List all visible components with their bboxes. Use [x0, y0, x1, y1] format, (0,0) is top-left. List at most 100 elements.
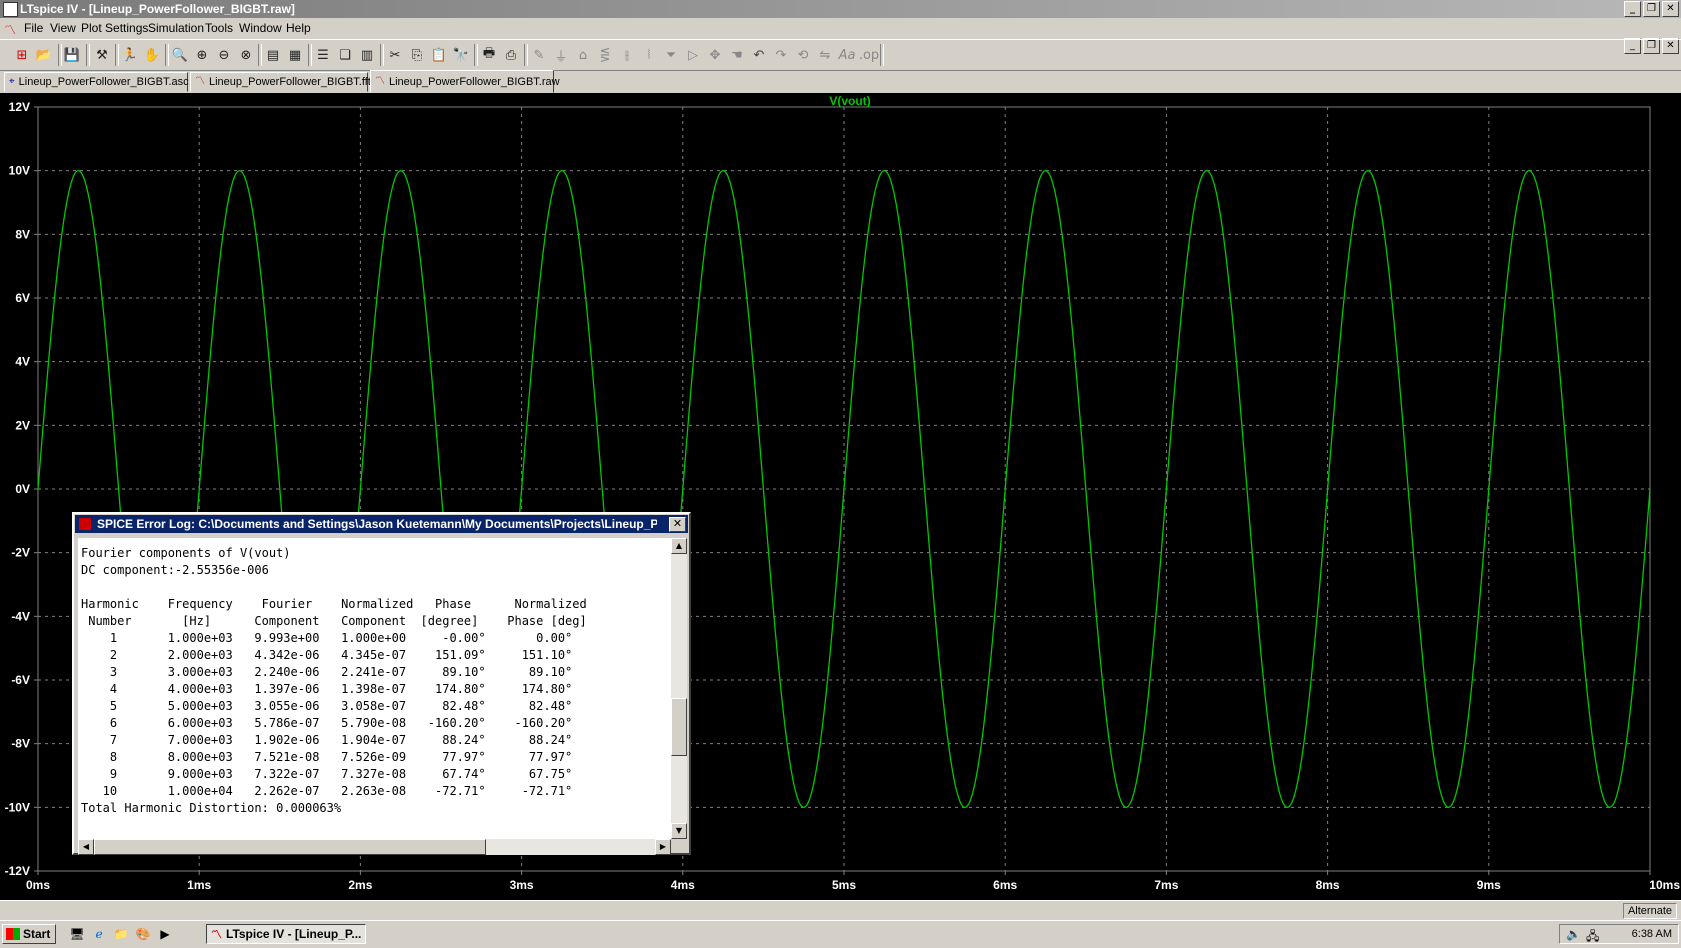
tile-horizontal-icon[interactable]: ☰ [313, 45, 333, 65]
menu-tools[interactable]: Tools [205, 21, 233, 35]
status-mode: Alternate [1622, 903, 1677, 919]
tab-asc[interactable]: ⌖ Lineup_PowerFollower_BIGBT.asc [4, 72, 189, 92]
close-button[interactable]: ✕ [1662, 1, 1679, 17]
horizontal-scroll-thumb[interactable] [94, 839, 486, 855]
copy-icon[interactable]: ⎘ [407, 45, 427, 65]
vertical-scroll-thumb[interactable] [671, 698, 687, 756]
autorange-icon[interactable]: ▤ [263, 45, 283, 65]
internet-explorer-icon[interactable]: ℯ [90, 925, 108, 943]
label-net-icon[interactable]: ⌂ [573, 45, 593, 65]
print-setup-icon[interactable]: 🖶 [479, 45, 499, 65]
app-icon[interactable] [3, 2, 18, 17]
wire-icon[interactable]: ✎ [529, 45, 549, 65]
restore-button[interactable]: ❐ [1643, 1, 1660, 17]
scroll-down-arrow-icon[interactable]: ▼ [671, 823, 687, 839]
scroll-left-arrow-icon[interactable]: ◀ [78, 839, 94, 855]
mirror-icon[interactable]: ⇋ [815, 45, 835, 65]
menu-file[interactable]: File [24, 21, 43, 35]
resistor-icon[interactable]: ⋚ [595, 45, 615, 65]
tab-label: Lineup_PowerFollower_BIGBT.asc [18, 76, 189, 88]
y-tick-label: -12V [5, 864, 30, 878]
explorer-icon[interactable]: 📁 [112, 925, 130, 943]
document-tabs: ⌖ Lineup_PowerFollower_BIGBT.asc 〽 Lineu… [0, 70, 1681, 93]
undo-icon[interactable]: ↶ [749, 45, 769, 65]
horizontal-scrollbar[interactable]: ◀ ▶ [78, 839, 671, 855]
document-icon[interactable]: 〽 [4, 21, 18, 37]
menu-help[interactable]: Help [286, 21, 311, 35]
spice-error-log-window[interactable]: SPICE Error Log: C:\Documents and Settin… [72, 512, 691, 855]
x-tick-label: 4ms [671, 878, 695, 892]
control-panel-icon[interactable]: ⚒ [92, 45, 112, 65]
tab-raw[interactable]: 〽 Lineup_PowerFollower_BIGBT.raw [370, 70, 560, 93]
inductor-icon[interactable]: ⦚ [639, 45, 659, 65]
paste-icon[interactable]: 📋 [429, 45, 449, 65]
scroll-right-arrow-icon[interactable]: ▶ [655, 839, 671, 855]
menu-view[interactable]: View [50, 21, 76, 35]
error-log-titlebar[interactable]: SPICE Error Log: C:\Documents and Settin… [75, 515, 688, 533]
zoom-fit-icon[interactable]: ⊗ [236, 45, 256, 65]
start-label: Start [23, 927, 51, 941]
new-schematic-icon[interactable]: ⊞ [12, 45, 32, 65]
network-icon[interactable]: 🖧 [1586, 927, 1599, 948]
status-bar: Alternate [0, 900, 1681, 921]
tile-vertical-icon[interactable]: ▥ [357, 45, 377, 65]
cascade-icon[interactable]: ❏ [335, 45, 355, 65]
diode-icon[interactable]: ⏷ [661, 45, 681, 65]
ground-icon[interactable]: ⏚ [551, 45, 571, 65]
run-icon[interactable]: 🏃 [120, 45, 140, 65]
fourier-heading: Fourier components of V(vout) [81, 546, 291, 560]
y-tick-label: -4V [11, 609, 30, 623]
y-tick-label: -2V [11, 546, 30, 560]
halt-icon[interactable]: ✋ [142, 45, 162, 65]
open-icon[interactable]: 📂 [34, 45, 54, 65]
error-log-close-button[interactable]: ✕ [669, 517, 686, 532]
y-tick-label: 12V [9, 100, 30, 114]
grid-icon[interactable]: ▦ [285, 45, 305, 65]
y-tick-label: -6V [11, 673, 30, 687]
tab-label: Lineup_PowerFollower_BIGBT.fft [209, 76, 371, 88]
zoom-in-icon[interactable]: ⊕ [192, 45, 212, 65]
menu-simulation[interactable]: Simulation [148, 21, 204, 35]
start-button[interactable]: Start [2, 924, 56, 944]
capacitor-icon[interactable]: ⫲ [617, 45, 637, 65]
error-log-title: SPICE Error Log: C:\Documents and Settin… [97, 517, 657, 531]
tab-fft[interactable]: 〽 Lineup_PowerFollower_BIGBT.fft [190, 72, 371, 92]
minimize-button[interactable]: _ [1624, 1, 1641, 17]
drag-icon[interactable]: ☚ [727, 45, 747, 65]
tab-label: Lineup_PowerFollower_BIGBT.raw [389, 75, 560, 88]
menu-window[interactable]: Window [239, 21, 282, 35]
title-bar: LTspice IV - [Lineup_PowerFollower_BIGBT… [0, 0, 1681, 18]
thd-line: Total Harmonic Distortion: 0.000063% [81, 801, 342, 815]
waveform-icon: 〽 [375, 75, 385, 87]
text-icon[interactable]: Aa [837, 45, 857, 65]
print-icon[interactable]: ⎙ [501, 45, 521, 65]
harmonic-row: 4 4.000e+03 1.397e-06 1.398e-07 174.80° … [81, 682, 573, 696]
spice-directive-icon[interactable]: .op [859, 45, 879, 65]
cut-icon[interactable]: ✂ [385, 45, 405, 65]
save-icon[interactable]: 💾 [62, 45, 82, 65]
media-player-icon[interactable]: ▶ [156, 925, 174, 943]
error-log-text[interactable]: Fourier components of V(vout) DC compone… [78, 538, 671, 839]
move-icon[interactable]: ✥ [705, 45, 725, 65]
harmonic-row: 7 7.000e+03 1.902e-06 1.904e-07 88.24° 8… [81, 733, 573, 747]
y-tick-label: 8V [15, 227, 30, 241]
taskbar-ltspice-button[interactable]: 〽 LTspice IV - [Lineup_P... [206, 924, 366, 944]
dc-component: DC component:-2.55356e-006 [81, 563, 269, 577]
vertical-scrollbar[interactable]: ▲ ▼ [671, 538, 687, 839]
zoom-area-icon[interactable]: 🔍 [170, 45, 190, 65]
component-icon[interactable]: ▷ [683, 45, 703, 65]
menu-plot-settings[interactable]: Plot Settings [81, 21, 148, 35]
trace-title[interactable]: V(vout) [829, 94, 870, 108]
table-header-2: Number [Hz] Component Component [degree]… [81, 614, 587, 628]
redo-icon[interactable]: ↷ [771, 45, 791, 65]
show-desktop-icon[interactable]: 🖥 [68, 925, 86, 943]
taskbar-task-label: LTspice IV - [Lineup_P... [226, 927, 362, 941]
find-icon[interactable]: 🔭 [451, 45, 471, 65]
paint-icon[interactable]: 🎨 [134, 925, 152, 943]
scroll-up-arrow-icon[interactable]: ▲ [671, 538, 687, 554]
zoom-out-icon[interactable]: ⊖ [214, 45, 234, 65]
harmonic-row: 3 3.000e+03 2.240e-06 2.241e-07 89.10° 8… [81, 665, 573, 679]
volume-icon[interactable]: 🔈 [1566, 927, 1581, 941]
rotate-icon[interactable]: ⟲ [793, 45, 813, 65]
window-title: LTspice IV - [Lineup_PowerFollower_BIGBT… [20, 2, 295, 16]
